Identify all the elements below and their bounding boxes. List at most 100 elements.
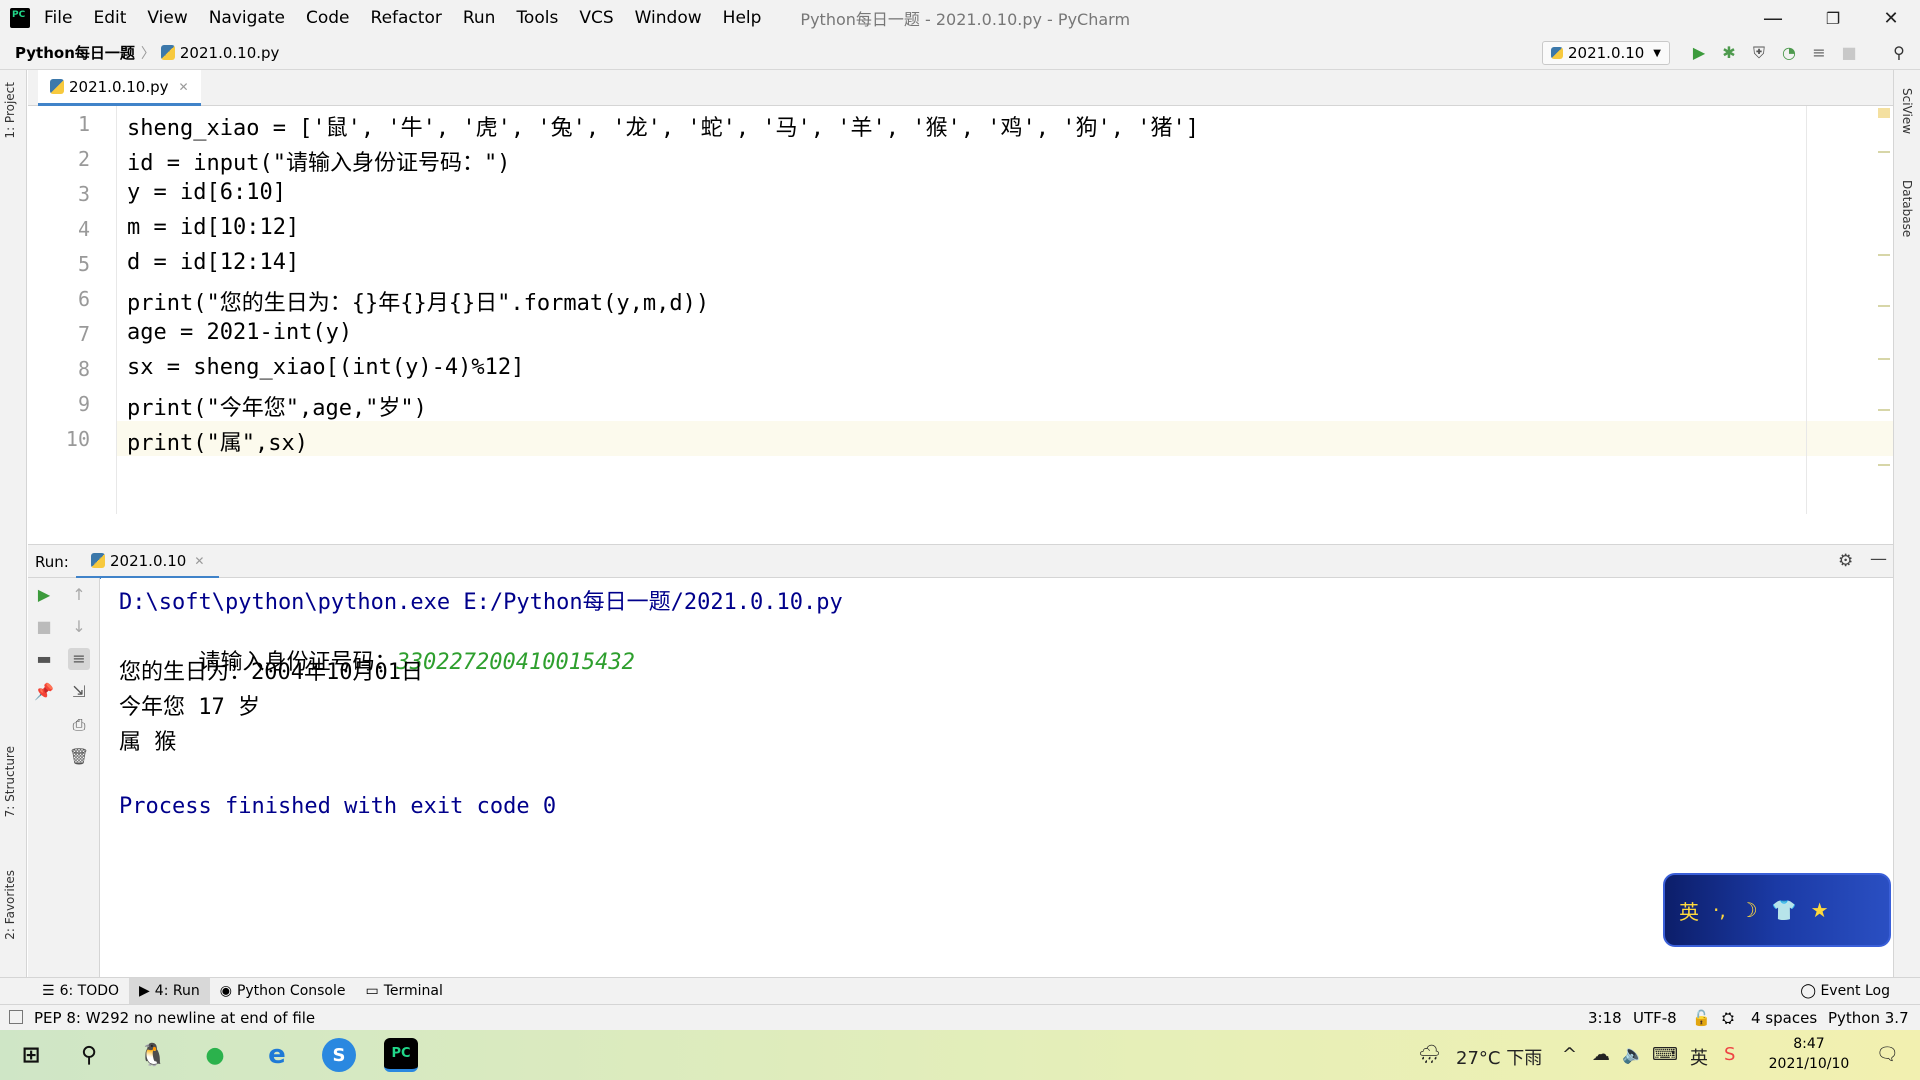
menu-window[interactable]: Window [635,8,702,28]
wechat-icon[interactable]: ● [198,1038,232,1072]
trash-icon[interactable]: 🗑 [68,746,90,768]
restore-layout-icon[interactable]: ▬ [33,648,55,670]
windows-taskbar: ⊞ ⚲ 🐧 ● e S PC 🌧 27°C 下雨 ^ ☁ 🔈 ⌨ 英 S 8:4… [0,1030,1920,1080]
terminal-tool-tab[interactable]: ▭ Terminal [356,978,453,1005]
error-stripe-mark[interactable] [1878,151,1890,153]
star-icon[interactable]: ★ [1811,898,1829,922]
menu-edit[interactable]: Edit [93,8,126,28]
sciview-tool-tab[interactable]: SciView [1900,88,1914,134]
pycharm-logo-icon [10,8,30,28]
run-tab[interactable]: 2021.0.10 ✕ [76,545,220,579]
menu-refactor[interactable]: Refactor [371,8,442,28]
menu-view[interactable]: View [147,8,187,28]
minimize-button[interactable]: — [1750,0,1796,36]
stop-icon[interactable]: ■ [1840,44,1858,62]
up-arrow-icon[interactable]: ↑ [68,584,90,606]
toggle-tool-windows-icon[interactable] [9,1010,23,1024]
search-icon[interactable]: ⚲ [1890,44,1908,62]
bottom-tool-tabs: ☰ 6: TODO ▶ 4: Run ◉ Python Console ▭ Te… [0,977,1920,1005]
skin-icon[interactable]: 👕 [1772,898,1797,922]
chevron-down-icon: ▼ [1653,47,1661,59]
menu-help[interactable]: Help [723,8,762,28]
run-tool-tab[interactable]: ▶ 4: Run [129,977,210,1005]
database-tool-tab[interactable]: Database [1900,180,1914,237]
close-tab-icon[interactable]: ✕ [179,80,189,94]
ime-floating-toolbar[interactable]: 英 ·, ☽ 👕 ★ [1663,873,1891,947]
favorites-tool-tab[interactable]: 2: Favorites [3,870,17,940]
print-icon[interactable]: ⎙ [68,714,90,736]
menu-file[interactable]: File [44,8,72,28]
notification-icon[interactable]: 🗨 [1876,1044,1899,1065]
python-icon: ◉ [219,983,232,999]
python-interpreter[interactable]: Python 3.7 [1828,1009,1909,1027]
ime-mode-label[interactable]: 英 [1679,896,1699,925]
file-encoding[interactable]: UTF-8 [1633,1009,1677,1027]
sogou-icon[interactable]: S [322,1038,356,1072]
weather-icon[interactable]: 🌧 [1418,1044,1441,1065]
error-stripe-mark[interactable] [1878,464,1890,466]
profile-icon[interactable]: ◔ [1780,44,1798,62]
menu-navigate[interactable]: Navigate [209,8,285,28]
project-tool-tab[interactable]: 1: Project [3,82,17,139]
error-stripe-mark[interactable] [1878,254,1890,256]
python-console-tool-tab[interactable]: ◉ Python Console [210,978,356,1005]
error-stripe-mark[interactable] [1878,409,1890,411]
close-tab-icon[interactable]: ✕ [194,554,204,568]
menu-code[interactable]: Code [306,8,350,28]
scroll-to-end-icon[interactable]: ⇲ [68,681,90,703]
indent-setting[interactable]: 4 spaces [1751,1009,1817,1027]
weather-text[interactable]: 27°C 下雨 [1456,1044,1542,1070]
stop-icon[interactable]: ■ [33,616,55,638]
caret-position[interactable]: 3:18 [1588,1009,1622,1027]
error-stripe-mark[interactable] [1878,358,1890,360]
run-console[interactable]: D:\soft\python\python.exe E:/Python每日一题/… [101,578,1893,977]
search-icon[interactable]: ⚲ [72,1038,106,1072]
code-line: y = id[6:10] [127,180,286,205]
python-icon [91,553,105,568]
ime-indicator[interactable]: 英 [1690,1044,1708,1070]
gear-icon[interactable]: ⚙ [1838,551,1853,571]
todo-tool-tab[interactable]: ☰ 6: TODO [32,978,129,1005]
sogou-tray-icon[interactable]: S [1724,1044,1735,1065]
debug-icon[interactable]: ✱ [1720,44,1738,62]
code-editor[interactable]: 1 2 3 4 5 6 7 8 9 10 sheng_xiao = ['鼠', … [28,106,1893,514]
windows-start-icon[interactable]: ⊞ [14,1038,48,1072]
menu-run[interactable]: Run [463,8,496,28]
onedrive-icon[interactable]: ☁ [1592,1044,1610,1065]
close-button[interactable]: ✕ [1868,0,1914,36]
coverage-icon[interactable]: ⛨ [1750,44,1768,62]
soft-wrap-icon[interactable]: ≡ [68,648,90,670]
edge-icon[interactable]: e [260,1038,294,1072]
run-icon[interactable]: ▶ [1690,44,1708,62]
structure-tool-tab[interactable]: 7: Structure [3,746,17,817]
event-log-tab[interactable]: ◯ Event Log [1800,983,1890,999]
keyboard-icon[interactable]: ⌨ [1652,1044,1678,1065]
down-arrow-icon[interactable]: ↓ [68,616,90,638]
qq-icon[interactable]: 🐧 [136,1038,170,1072]
restore-button[interactable]: ❐ [1810,0,1856,36]
menu-tools[interactable]: Tools [516,8,558,28]
pycharm-taskbar-icon[interactable]: PC [384,1038,418,1072]
moon-icon[interactable]: ☽ [1740,898,1758,922]
volume-icon[interactable]: 🔈 [1622,1044,1644,1065]
rerun-icon[interactable]: ▶ [33,584,55,606]
editor-tab[interactable]: 2021.0.10.py ✕ [38,70,201,106]
run-configuration-select[interactable]: 2021.0.10 ▼ [1542,41,1670,65]
error-stripe-mark[interactable] [1878,305,1890,307]
chevron-up-icon[interactable]: ^ [1562,1044,1577,1065]
run-icon: ▶ [139,983,150,999]
breadcrumb-file[interactable]: 2021.0.10.py [180,44,280,62]
clock[interactable]: 8:47 2021/10/10 [1764,1034,1854,1074]
menu-vcs[interactable]: VCS [579,8,613,28]
punctuation-icon[interactable]: ·, [1713,898,1726,922]
line-number: 10 [65,427,90,451]
concurrency-icon[interactable]: ≡ [1810,44,1828,62]
lock-icon[interactable]: 🔓 [1692,1009,1711,1027]
pin-icon[interactable]: 📌 [33,681,55,703]
inspection-icon[interactable]: ⛭ [1722,1009,1734,1027]
inspection-status-icon[interactable] [1878,108,1890,118]
hide-panel-icon[interactable]: — [1870,549,1887,569]
console-command-line: D:\soft\python\python.exe E:/Python每日一题/… [119,590,843,615]
line-number: 2 [77,147,90,171]
breadcrumb-project[interactable]: Python每日一题 [15,42,135,63]
